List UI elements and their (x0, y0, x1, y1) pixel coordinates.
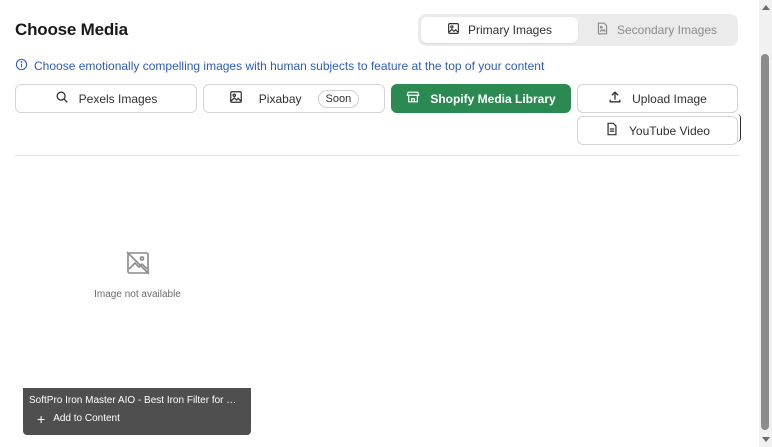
media-card-overlay: SoftPro Iron Master AIO - Best Iron Filt… (23, 388, 251, 435)
scrollbar[interactable] (759, 0, 772, 447)
youtube-button-focus-edge (737, 114, 741, 142)
pexels-images-button[interactable]: Pexels Images (15, 84, 197, 113)
pixabay-button[interactable]: Pixabay Soon (203, 84, 385, 113)
info-text: Choose emotionally compelling images wit… (34, 59, 545, 73)
tab-secondary-images[interactable]: Secondary Images (578, 17, 735, 43)
image-icon (447, 22, 460, 38)
youtube-video-button[interactable]: YouTube Video (577, 116, 738, 145)
add-to-content-label: Add to Content (53, 413, 120, 424)
document-icon (605, 122, 619, 139)
image-type-tabs: Primary Images Secondary Images (418, 14, 738, 46)
info-message: Choose emotionally compelling images wit… (15, 58, 544, 74)
store-icon (406, 90, 420, 107)
tab-secondary-label: Secondary Images (616, 23, 718, 37)
pixabay-label: Pixabay (258, 91, 302, 106)
soon-badge: Soon (317, 89, 360, 108)
info-icon (15, 58, 28, 74)
youtube-label: YouTube Video (629, 123, 710, 138)
upload-image-button[interactable]: Upload Image (577, 84, 738, 113)
image-not-available-text: Image not available (94, 289, 181, 300)
image-not-available-icon (125, 250, 151, 279)
upload-icon (608, 90, 622, 107)
plus-icon: + (37, 410, 46, 427)
page-title: Choose Media (15, 20, 128, 39)
tab-primary-label: Primary Images (467, 23, 553, 37)
scroll-thumb[interactable] (761, 54, 769, 430)
image-icon (229, 90, 243, 107)
scroll-down-arrow-icon[interactable] (762, 437, 770, 442)
scroll-up-arrow-icon[interactable] (762, 5, 770, 10)
tab-primary-images[interactable]: Primary Images (421, 17, 578, 43)
search-icon (55, 90, 69, 107)
media-card-title: SoftPro Iron Master AIO - Best Iron Filt… (29, 395, 245, 406)
pexels-label: Pexels Images (78, 91, 158, 106)
upload-label: Upload Image (632, 91, 707, 106)
divider (15, 155, 739, 156)
shopify-media-library-button[interactable]: Shopify Media Library (391, 84, 571, 113)
add-to-content-button[interactable]: + Add to Content (29, 410, 245, 427)
shopify-label: Shopify Media Library (430, 91, 556, 106)
media-placeholder: Image not available (90, 250, 185, 300)
image-file-icon (596, 22, 609, 38)
